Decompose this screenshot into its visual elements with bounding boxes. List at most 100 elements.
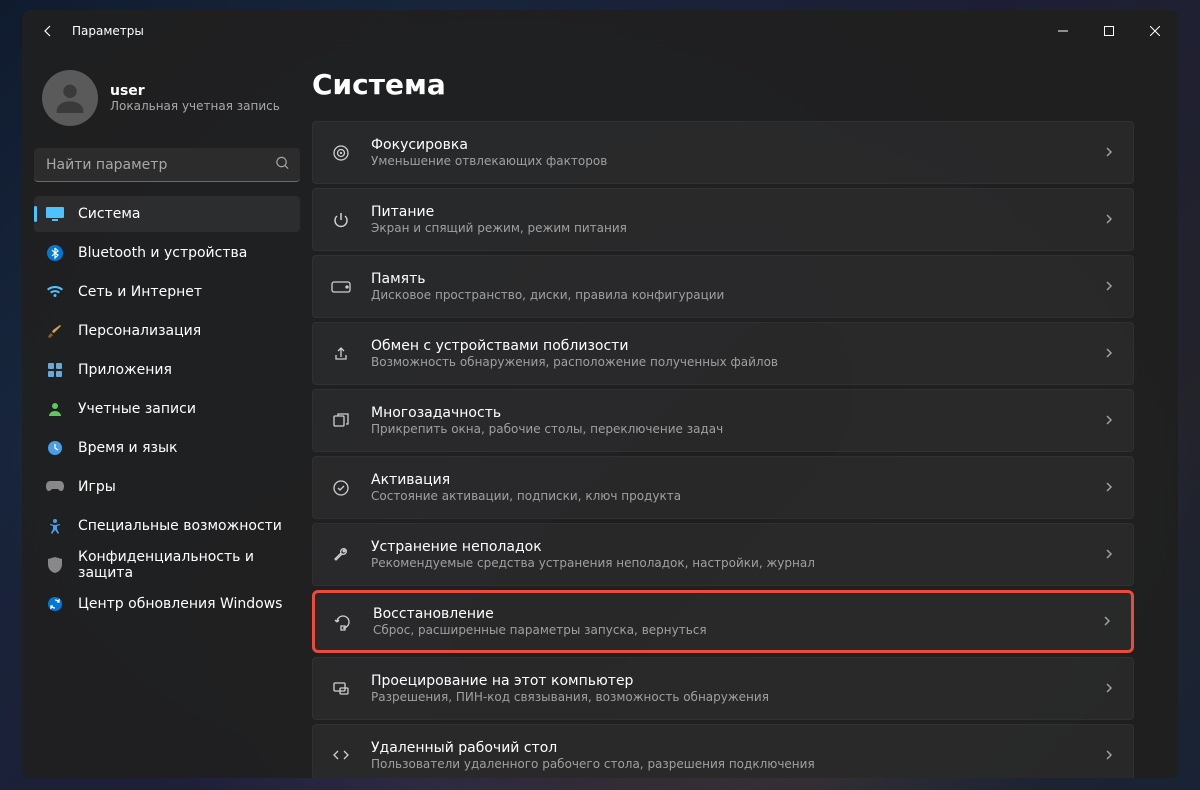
card-subtitle: Уменьшение отвлекающих факторов <box>371 154 1083 168</box>
sidebar-item-label: Сеть и Интернет <box>78 284 202 300</box>
close-button[interactable] <box>1132 10 1178 52</box>
setting-card-troubleshoot[interactable]: Устранение неполадокРекомендуемые средст… <box>312 523 1134 586</box>
card-title: Устранение неполадок <box>371 539 1083 555</box>
wifi-icon <box>46 283 64 301</box>
apps-icon <box>46 361 64 379</box>
card-title: Восстановление <box>373 606 1081 622</box>
titlebar: Параметры <box>22 10 1178 52</box>
gamepad-icon <box>46 478 64 496</box>
sidebar-item-bluetooth[interactable]: Bluetooth и устройства <box>34 235 300 271</box>
nav-list: Система Bluetooth и устройства Сеть и Инте… <box>34 196 300 622</box>
minimize-icon <box>1058 26 1068 36</box>
card-title: Удаленный рабочий стол <box>371 740 1083 756</box>
sidebar-item-update[interactable]: Центр обновления Windows <box>34 586 300 622</box>
card-title: Фокусировка <box>371 137 1083 153</box>
card-title: Проецирование на этот компьютер <box>371 673 1083 689</box>
sidebar-item-label: Конфиденциальность и защита <box>78 549 288 581</box>
chevron-right-icon <box>1103 277 1115 296</box>
remote-icon <box>331 746 351 766</box>
card-subtitle: Экран и спящий режим, режим питания <box>371 221 1083 235</box>
brush-icon <box>46 322 64 340</box>
sidebar-item-label: Приложения <box>78 362 172 378</box>
maximize-icon <box>1104 26 1114 36</box>
sidebar-item-apps[interactable]: Приложения <box>34 352 300 388</box>
setting-card-storage[interactable]: ПамятьДисковое пространство, диски, прав… <box>312 255 1134 318</box>
sidebar-item-personalization[interactable]: Персонализация <box>34 313 300 349</box>
accessibility-icon <box>46 517 64 535</box>
sidebar-item-label: Время и язык <box>78 440 177 456</box>
card-subtitle: Рекомендуемые средства устранения непола… <box>371 556 1083 570</box>
sidebar-item-gaming[interactable]: Игры <box>34 469 300 505</box>
share-icon <box>331 344 351 364</box>
setting-card-power[interactable]: ПитаниеЭкран и спящий режим, режим питан… <box>312 188 1134 251</box>
clock-icon <box>46 439 64 457</box>
card-subtitle: Состояние активации, подписки, ключ прод… <box>371 489 1083 503</box>
card-subtitle: Пользователи удаленного рабочего стола, … <box>371 757 1083 771</box>
settings-cards: ФокусировкаУменьшение отвлекающих фактор… <box>312 121 1134 778</box>
avatar <box>42 70 98 126</box>
card-subtitle: Разрешения, ПИН-код связывания, возможно… <box>371 690 1083 704</box>
setting-card-focus[interactable]: ФокусировкаУменьшение отвлекающих фактор… <box>312 121 1134 184</box>
sidebar-item-privacy[interactable]: Конфиденциальность и защита <box>34 547 300 583</box>
sidebar-item-label: Центр обновления Windows <box>78 596 282 612</box>
content-area: Система ФокусировкаУменьшение отвлекающи… <box>312 52 1178 778</box>
check-icon <box>331 478 351 498</box>
chevron-right-icon <box>1103 210 1115 229</box>
setting-card-nearby[interactable]: Обмен с устройствами поблизостиВозможнос… <box>312 322 1134 385</box>
chevron-right-icon <box>1101 612 1113 631</box>
sidebar-item-network[interactable]: Сеть и Интернет <box>34 274 300 310</box>
card-subtitle: Дисковое пространство, диски, правила ко… <box>371 288 1083 302</box>
card-subtitle: Прикрепить окна, рабочие столы, переключ… <box>371 422 1083 436</box>
sidebar-item-accounts[interactable]: Учетные записи <box>34 391 300 427</box>
card-subtitle: Возможность обнаружения, расположение по… <box>371 355 1083 369</box>
project-icon <box>331 679 351 699</box>
chevron-right-icon <box>1103 344 1115 363</box>
card-title: Обмен с устройствами поблизости <box>371 338 1083 354</box>
chevron-right-icon <box>1103 478 1115 497</box>
sidebar-item-label: Персонализация <box>78 323 201 339</box>
bluetooth-icon <box>46 244 64 262</box>
sidebar-item-accessibility[interactable]: Специальные возможности <box>34 508 300 544</box>
chevron-right-icon <box>1103 545 1115 564</box>
card-subtitle: Сброс, расширенные параметры запуска, ве… <box>373 623 1081 637</box>
setting-card-multitask[interactable]: МногозадачностьПрикрепить окна, рабочие … <box>312 389 1134 452</box>
window-title: Параметры <box>72 24 144 38</box>
sidebar: user Локальная учетная запись Система Blu… <box>22 52 312 778</box>
chevron-right-icon <box>1103 411 1115 430</box>
setting-card-remote[interactable]: Удаленный рабочий столПользователи удале… <box>312 724 1134 778</box>
chevron-right-icon <box>1103 746 1115 765</box>
account-block[interactable]: user Локальная учетная запись <box>34 66 300 140</box>
maximize-button[interactable] <box>1086 10 1132 52</box>
sidebar-item-time[interactable]: Время и язык <box>34 430 300 466</box>
search-input[interactable] <box>34 148 300 182</box>
window-controls <box>1040 10 1178 52</box>
setting-card-recovery[interactable]: ВосстановлениеСброс, расширенные парамет… <box>312 590 1134 653</box>
account-name: user <box>110 83 280 99</box>
card-title: Активация <box>371 472 1083 488</box>
sidebar-item-label: Учетные записи <box>78 401 196 417</box>
chevron-right-icon <box>1103 143 1115 162</box>
setting-card-projecting[interactable]: Проецирование на этот компьютерРазрешени… <box>312 657 1134 720</box>
account-subtitle: Локальная учетная запись <box>110 99 280 113</box>
card-title: Многозадачность <box>371 405 1083 421</box>
sidebar-item-system[interactable]: Система <box>34 196 300 232</box>
focus-icon <box>331 143 351 163</box>
minimize-button[interactable] <box>1040 10 1086 52</box>
card-title: Память <box>371 271 1083 287</box>
back-button[interactable] <box>30 13 66 49</box>
card-title: Питание <box>371 204 1083 220</box>
arrow-left-icon <box>40 23 56 39</box>
update-icon <box>46 595 64 613</box>
multitask-icon <box>331 411 351 431</box>
shield-icon <box>46 556 64 574</box>
setting-card-activation[interactable]: АктивацияСостояние активации, подписки, … <box>312 456 1134 519</box>
wrench-icon <box>331 545 351 565</box>
sidebar-item-label: Игры <box>78 479 116 495</box>
page-title: Система <box>312 68 1134 101</box>
person-icon <box>46 400 64 418</box>
close-icon <box>1150 26 1160 36</box>
sidebar-item-label: Bluetooth и устройства <box>78 245 247 261</box>
search-container <box>34 148 300 182</box>
monitor-icon <box>46 205 64 223</box>
storage-icon <box>331 277 351 297</box>
